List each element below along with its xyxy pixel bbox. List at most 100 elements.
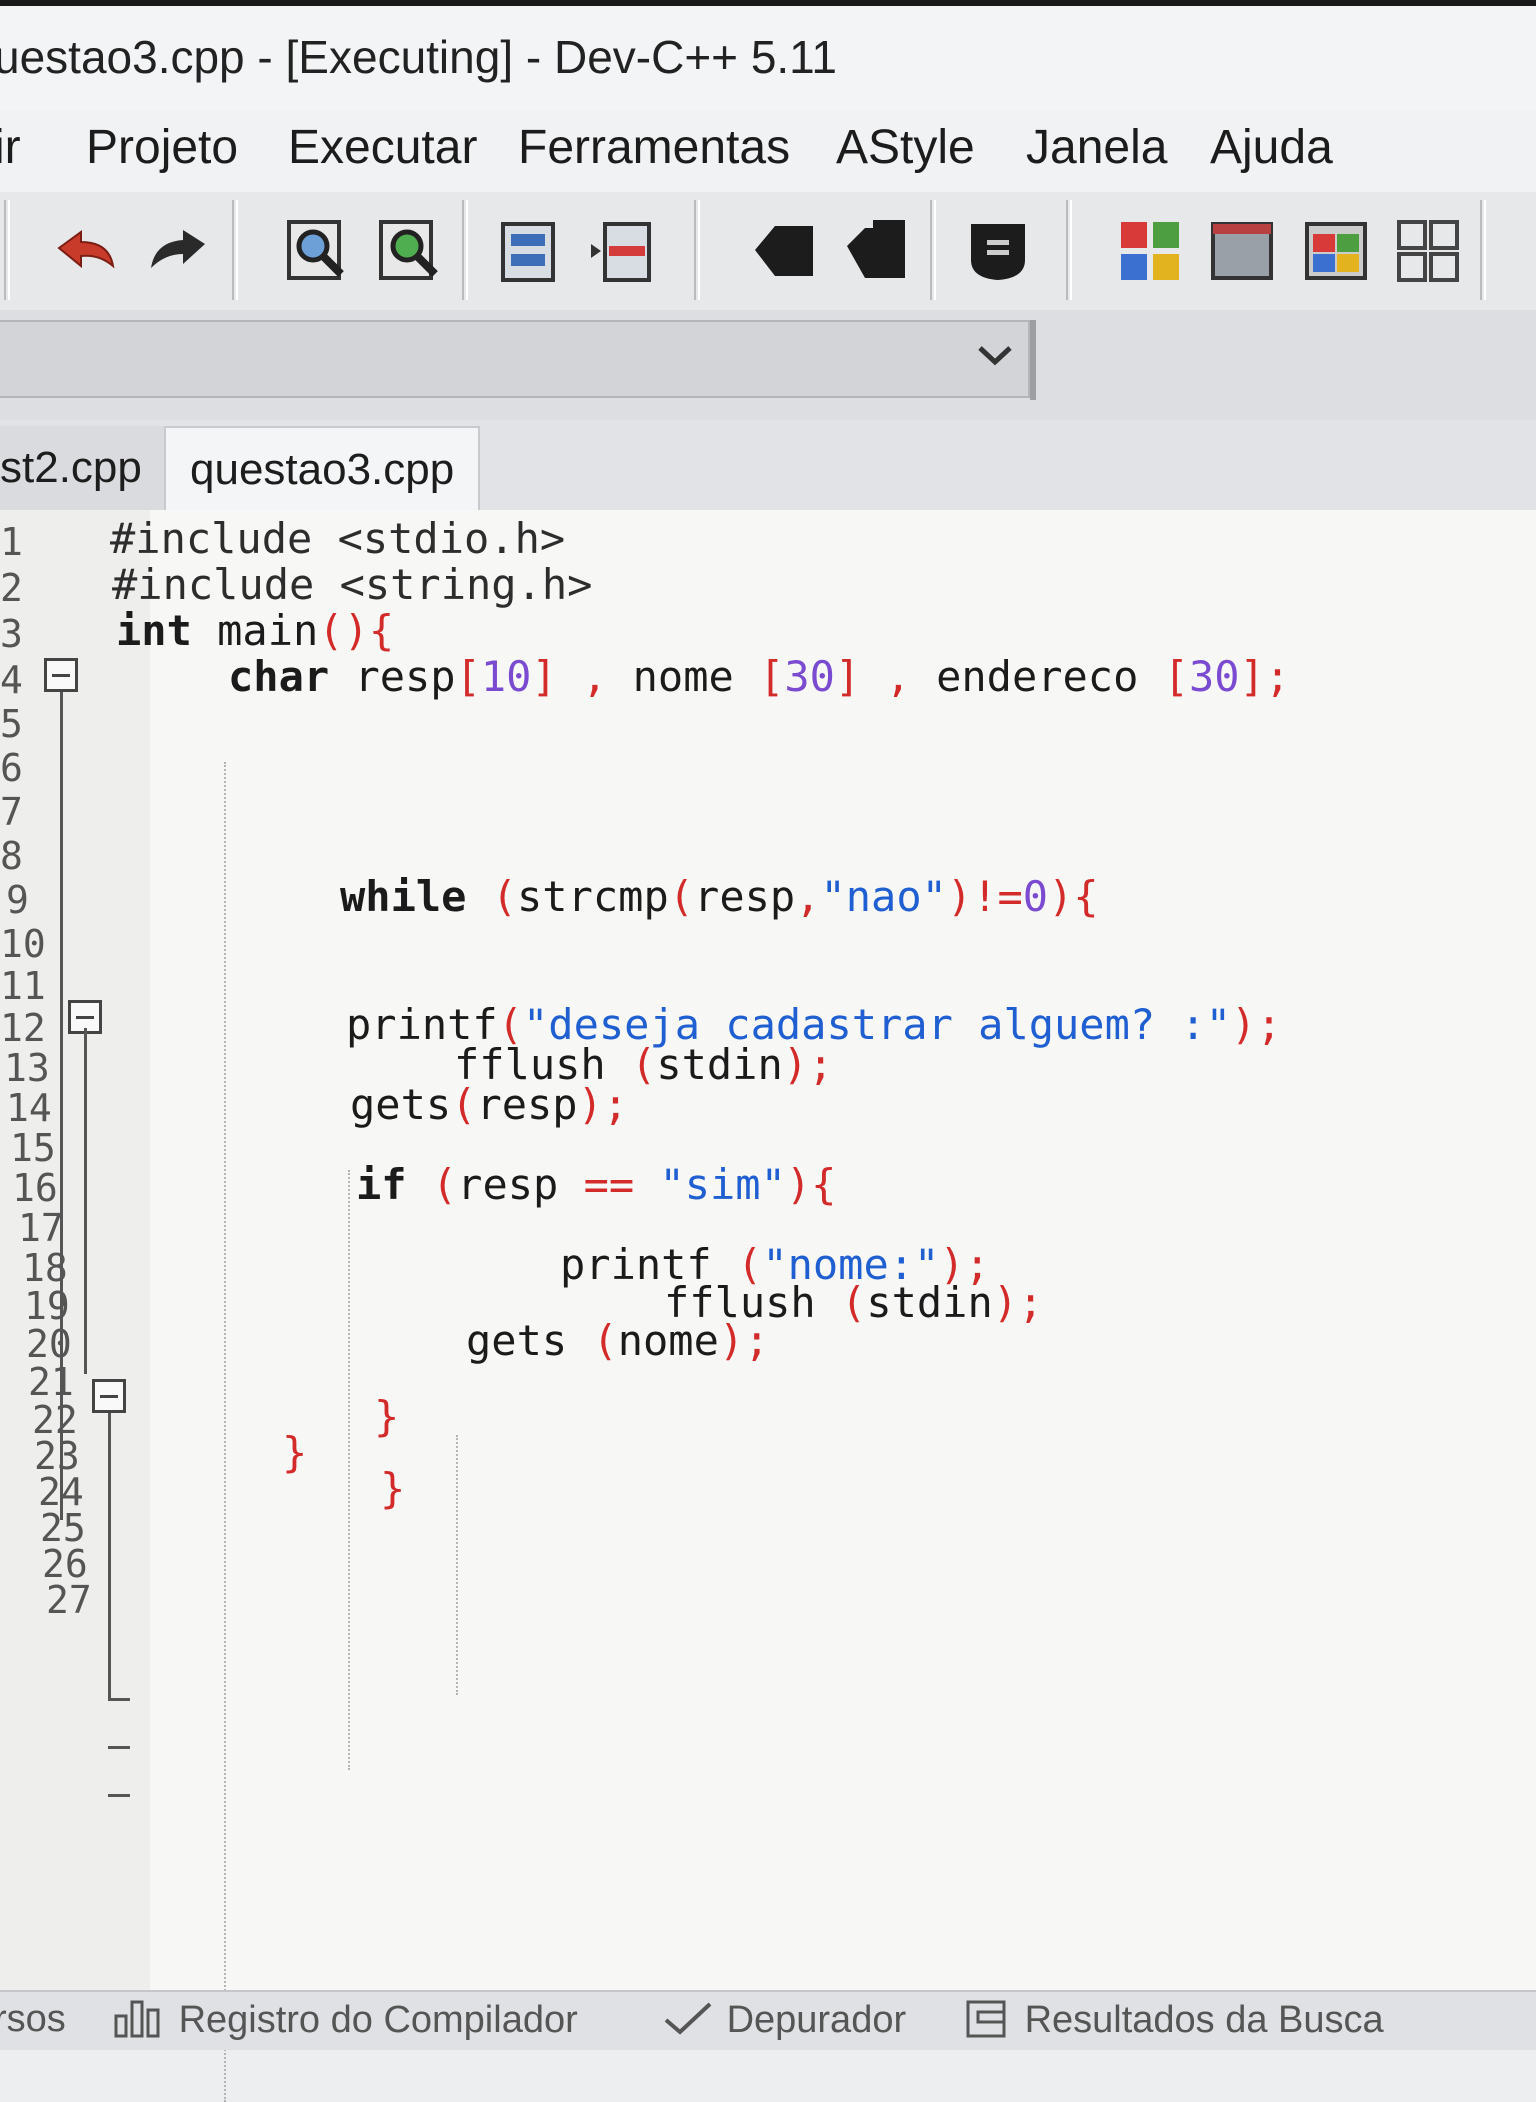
code-token: [ bbox=[1163, 652, 1189, 701]
code-line: #include <string.h> bbox=[112, 560, 592, 609]
code-token: stdin bbox=[656, 1040, 783, 1089]
code-token: 10 bbox=[480, 652, 532, 701]
layout-icon[interactable] bbox=[1386, 208, 1470, 294]
goto-icon[interactable] bbox=[580, 208, 664, 294]
line-number: 2 bbox=[0, 566, 23, 610]
find-icon[interactable] bbox=[276, 208, 360, 294]
line-number: 7 bbox=[0, 790, 23, 834]
code-line: if (resp == "sim"){ bbox=[356, 1160, 836, 1209]
tab-questao2[interactable]: st2.cpp bbox=[0, 426, 166, 510]
line-number: 6 bbox=[0, 746, 23, 790]
fold-end-marker bbox=[108, 1746, 130, 1749]
chevron-down-icon[interactable] bbox=[970, 330, 1020, 384]
code-token: 30 bbox=[784, 652, 835, 701]
tab-search-results-label: Resultados da Busca bbox=[1024, 1999, 1384, 2041]
comment-icon[interactable] bbox=[956, 208, 1040, 294]
code-token: resp bbox=[694, 872, 796, 921]
tab-search-results[interactable]: Resultados da Busca bbox=[964, 1998, 1384, 2042]
redo-icon[interactable] bbox=[136, 208, 220, 294]
code-line: } bbox=[380, 1464, 405, 1513]
class-browser-bar bbox=[0, 310, 1536, 420]
colors-icon[interactable] bbox=[1294, 208, 1378, 294]
fold-end-marker bbox=[108, 1698, 130, 1701]
code-token: ); bbox=[1231, 1000, 1282, 1049]
tab-compiler-log[interactable]: Registro do Compilador bbox=[112, 1998, 578, 2042]
code-token: ( bbox=[406, 1160, 458, 1209]
toolbar-separator bbox=[462, 200, 468, 300]
toolbar-separator bbox=[1480, 200, 1486, 300]
code-token: [ bbox=[455, 652, 481, 701]
fold-line bbox=[60, 692, 63, 1520]
code-token: ){ bbox=[1048, 872, 1099, 921]
function-combobox[interactable] bbox=[0, 320, 1030, 398]
line-number: 17 bbox=[18, 1206, 64, 1250]
menu-item-projeto[interactable]: Projeto bbox=[86, 120, 238, 175]
code-token: ] bbox=[834, 652, 861, 701]
code-token: ); bbox=[992, 1278, 1044, 1327]
code-token: endereco bbox=[936, 652, 1164, 701]
undo-icon[interactable] bbox=[44, 208, 128, 294]
code-token: ( bbox=[592, 1316, 618, 1365]
menu-item-editar[interactable]: ir bbox=[0, 120, 21, 175]
combobox-border bbox=[1030, 320, 1036, 400]
code-line: #include <stdio.h> bbox=[110, 514, 565, 563]
code-token: char bbox=[228, 652, 330, 701]
bookmark-icon[interactable] bbox=[488, 208, 572, 294]
toolbar-separator bbox=[694, 200, 700, 300]
code-token: resp bbox=[457, 1160, 584, 1209]
new-class-icon[interactable] bbox=[1108, 208, 1192, 294]
code-token: } bbox=[374, 1392, 400, 1441]
unindent-icon[interactable] bbox=[836, 208, 920, 294]
code-token: 30 bbox=[1188, 652, 1240, 701]
code-token: "sim" bbox=[659, 1160, 786, 1209]
tab-questao3[interactable]: questao3.cpp bbox=[164, 426, 481, 510]
code-token: while bbox=[340, 872, 467, 921]
fold-toggle-if[interactable] bbox=[92, 1379, 126, 1413]
code-token: ( bbox=[466, 872, 518, 921]
code-token: ( bbox=[631, 1040, 657, 1089]
check-icon bbox=[664, 2002, 712, 2035]
code-token: main bbox=[191, 606, 319, 655]
code-token: ( bbox=[451, 1080, 477, 1129]
line-number: 15 bbox=[10, 1126, 56, 1170]
code-token: , bbox=[556, 652, 633, 701]
fold-toggle-main[interactable] bbox=[44, 658, 78, 692]
indent-icon[interactable] bbox=[744, 208, 828, 294]
menu-item-janela[interactable]: Janela bbox=[1026, 120, 1167, 175]
code-token: gets bbox=[466, 1316, 593, 1365]
menu-bar: ir Projeto Executar Ferramentas AStyle J… bbox=[0, 110, 1536, 192]
line-number: 5 bbox=[0, 702, 23, 746]
project-window-icon[interactable] bbox=[1200, 208, 1284, 294]
indent-guide bbox=[224, 762, 226, 2102]
code-token: [ bbox=[759, 652, 785, 701]
code-line: char resp[10] , nome [30] , endereco [30… bbox=[228, 652, 1290, 701]
code-token: == bbox=[583, 1160, 660, 1209]
code-token: ); bbox=[782, 1040, 834, 1089]
line-number: 1 bbox=[0, 520, 23, 564]
code-line: int main(){ bbox=[116, 606, 394, 655]
code-line: gets (nome); bbox=[466, 1316, 769, 1365]
menu-item-astyle[interactable]: AStyle bbox=[836, 120, 975, 175]
tab-debugger[interactable]: Depurador bbox=[660, 1998, 906, 2042]
menu-item-executar[interactable]: Executar bbox=[288, 120, 477, 175]
code-token: ( bbox=[841, 1278, 867, 1327]
chart-icon bbox=[114, 2000, 160, 2038]
line-number: 4 bbox=[0, 658, 23, 702]
code-token: nome bbox=[632, 652, 760, 701]
code-editor[interactable]: 1 2 3 4 5 6 7 8 9 10 11 12 13 14 15 16 17 18 19 20 21 22 23 24 2… bbox=[0, 510, 1536, 2102]
replace-icon[interactable] bbox=[368, 208, 452, 294]
line-number: 12 bbox=[0, 1006, 46, 1050]
code-token: ] bbox=[531, 652, 557, 701]
code-token: ]; bbox=[1239, 652, 1291, 701]
title-bar: uestao3.cpp - [Executing] - Dev-C++ 5.11 bbox=[0, 0, 1536, 110]
menu-item-ferramentas[interactable]: Ferramentas bbox=[518, 120, 790, 175]
line-number: 8 bbox=[0, 834, 23, 878]
menu-item-ajuda[interactable]: Ajuda bbox=[1210, 120, 1333, 175]
tab-recursos[interactable]: rsos bbox=[0, 1998, 66, 2041]
code-token: strcmp bbox=[517, 872, 669, 921]
toolbar-separator bbox=[1066, 200, 1072, 300]
line-number: 3 bbox=[0, 612, 23, 656]
code-token: ); bbox=[577, 1080, 629, 1129]
code-token: "nao" bbox=[820, 872, 947, 921]
code-token: , bbox=[795, 872, 821, 921]
